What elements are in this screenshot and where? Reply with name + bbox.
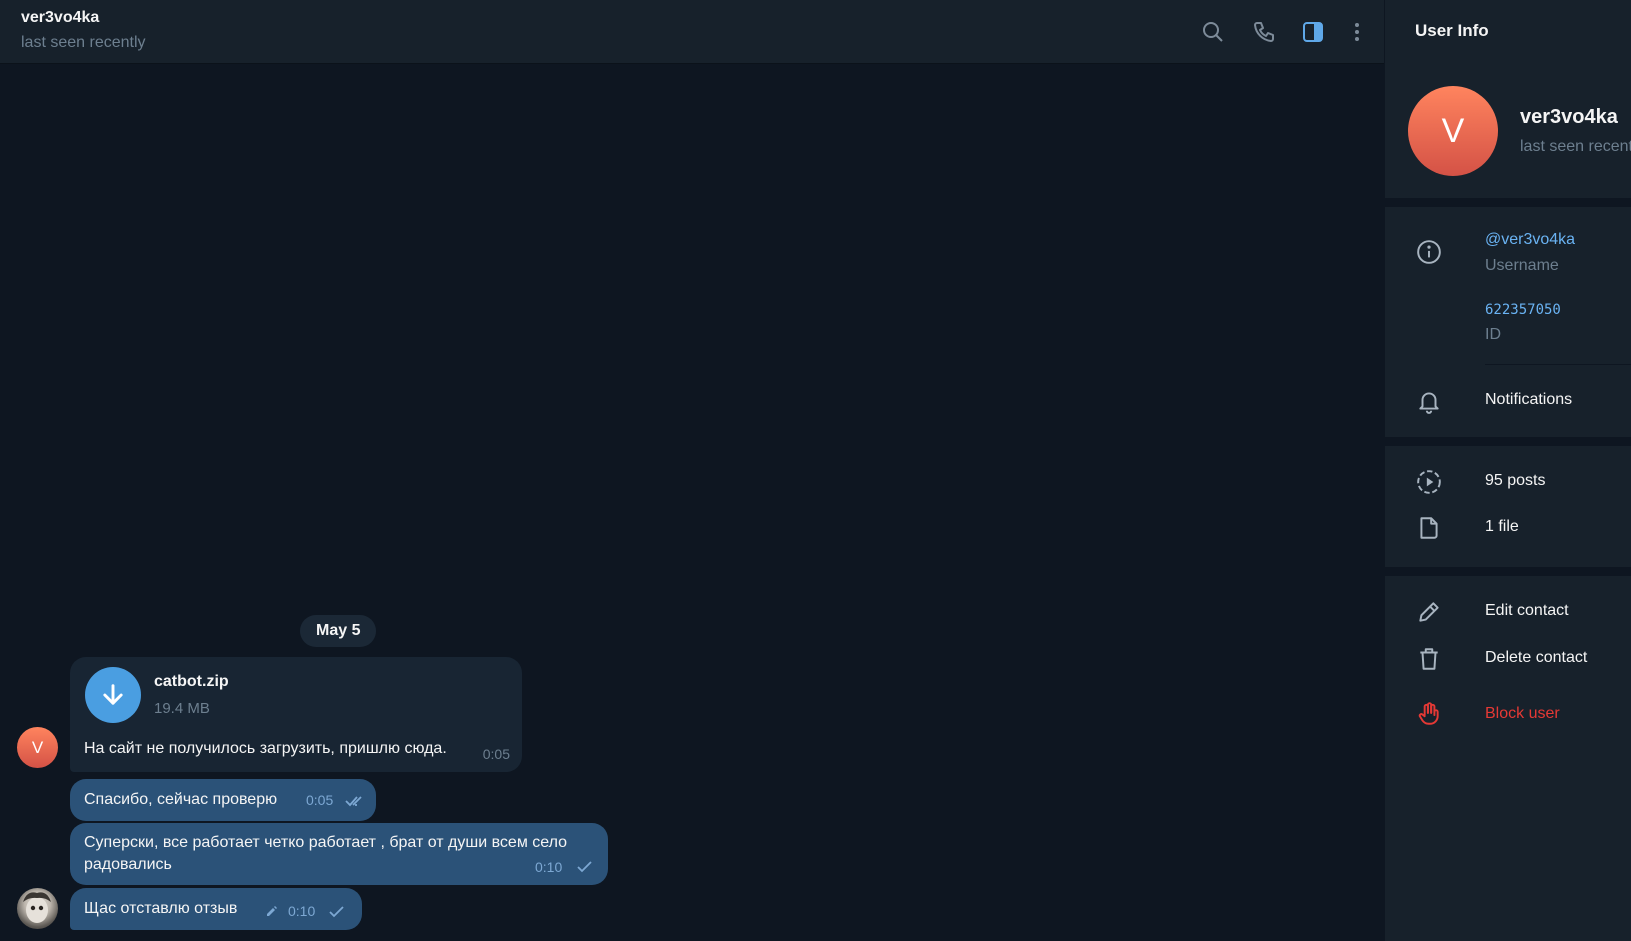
profile-photo-icon — [23, 892, 51, 923]
hand-stop-icon — [1415, 700, 1443, 728]
double-check-icon — [345, 796, 362, 807]
block-user-label: Block user — [1485, 705, 1560, 722]
section-divider — [1385, 437, 1631, 446]
outgoing-message[interactable]: Спасибо, сейчас проверю 0:05 — [70, 779, 376, 821]
edit-contact-label: Edit contact — [1485, 602, 1569, 619]
message-text: Спасибо, сейчас проверю — [84, 791, 278, 808]
outgoing-message[interactable]: Щас отставлю отзыв 0:10 — [70, 888, 362, 930]
profile-name: ver3vo4ka — [1520, 106, 1618, 128]
section-divider — [1385, 567, 1631, 576]
posts-count: 95 posts — [1485, 472, 1546, 489]
incoming-file-message[interactable]: catbot.zip 19.4 MB На сайт не получилось… — [70, 657, 522, 772]
more-vertical-icon[interactable] — [1344, 19, 1370, 45]
phone-icon[interactable] — [1251, 19, 1277, 45]
section-divider — [1385, 198, 1631, 207]
username-value[interactable]: @ver3vo4ka — [1485, 231, 1575, 249]
chat-status: last seen recently — [21, 34, 146, 51]
username-label: Username — [1485, 257, 1559, 274]
files-count: 1 file — [1485, 518, 1519, 535]
chat-header[interactable]: ver3vo4ka last seen recently — [0, 0, 1384, 64]
sender-avatar[interactable]: V — [17, 727, 58, 768]
chat-title[interactable]: ver3vo4ka — [21, 9, 99, 27]
message-time: 0:10 — [288, 903, 316, 919]
pencil-icon — [1415, 598, 1443, 626]
message-text: Щас отставлю отзыв — [84, 900, 238, 917]
id-label: ID — [1485, 326, 1501, 343]
stories-icon — [1415, 468, 1443, 496]
outgoing-message[interactable]: Суперски, все работает четко работает , … — [70, 823, 608, 885]
own-avatar[interactable] — [17, 888, 58, 929]
chat-area: ver3vo4ka last seen recently May 5 catbo… — [0, 0, 1384, 941]
delete-contact-label: Delete contact — [1485, 649, 1588, 666]
message-text: На сайт не получилось загрузить, пришлю … — [84, 740, 447, 757]
id-value[interactable]: 622357050 — [1485, 302, 1561, 318]
sidebar-toggle-icon[interactable] — [1300, 19, 1326, 45]
message-time: 0:05 — [482, 746, 510, 762]
check-icon — [329, 906, 344, 918]
search-icon[interactable] — [1200, 19, 1226, 45]
trash-icon — [1415, 645, 1443, 673]
bell-icon — [1415, 387, 1443, 415]
file-icon — [1415, 514, 1443, 542]
panel-title: User Info — [1415, 21, 1489, 40]
message-time: 0:10 — [535, 859, 563, 875]
download-icon[interactable] — [85, 667, 141, 723]
message-text-line: радовались — [84, 856, 172, 873]
profile-avatar[interactable]: V — [1408, 86, 1498, 176]
message-list[interactable]: May 5 catbot.zip 19.4 MB На сайт не полу… — [0, 64, 1384, 941]
profile-status: last seen recently — [1520, 138, 1631, 155]
notifications-label: Notifications — [1485, 391, 1573, 408]
file-size: 19.4 MB — [154, 700, 210, 717]
user-info-panel: User Info V ver3vo4ka last seen recently… — [1385, 0, 1631, 941]
check-icon — [577, 861, 592, 873]
file-name[interactable]: catbot.zip — [154, 673, 229, 691]
date-separator: May 5 — [300, 615, 377, 647]
edited-pencil-icon — [267, 906, 277, 916]
message-text-line: Суперски, все работает четко работает , … — [84, 834, 568, 851]
row-separator — [1485, 364, 1631, 365]
message-time: 0:05 — [306, 792, 334, 808]
